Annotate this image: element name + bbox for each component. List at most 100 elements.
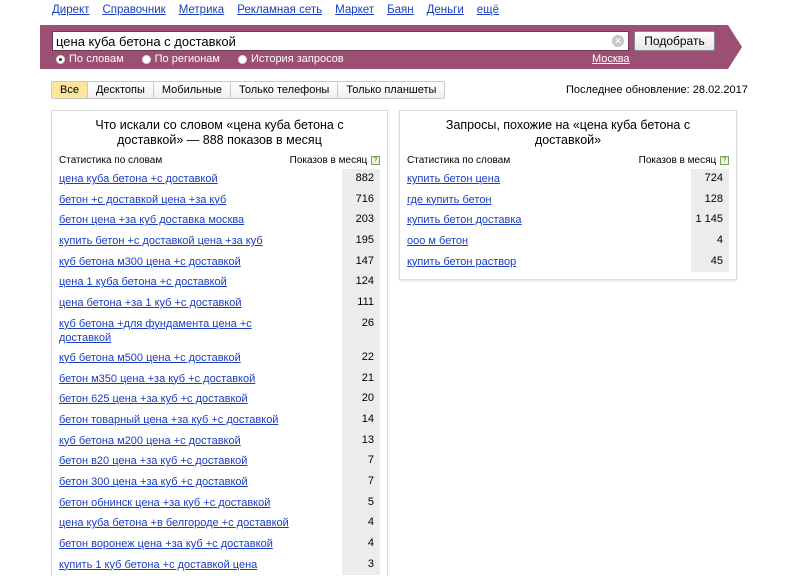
keyword-link[interactable]: ооо м бетон: [407, 234, 637, 248]
radio-dot-icon: [238, 54, 247, 64]
keyword-link[interactable]: цена бетона +за 1 куб +с доставкой: [59, 296, 289, 310]
impressions-count: 203: [342, 210, 380, 232]
keyword-link[interactable]: бетон +с доставкой цена +за куб: [59, 193, 289, 207]
table-row: бетон 300 цена +за куб +с доставкой 7: [59, 471, 380, 493]
col-count-label: Показов в месяц: [638, 155, 717, 166]
keyword-link[interactable]: куб бетона м200 цена +с доставкой: [59, 434, 289, 448]
top-nav: Директ Справочник Метрика Рекламная сеть Мар…: [52, 4, 512, 18]
impressions-count: 45: [691, 251, 729, 273]
impressions-count: 4: [342, 534, 380, 555]
table-row: бетон обнинск цена +за куб +с доставкой 5: [59, 492, 380, 514]
similar-panel: Запросы, похожие на «цена куба бетона с …: [399, 110, 737, 280]
device-tab[interactable]: Все: [52, 82, 87, 98]
device-tab[interactable]: Только телефоны: [229, 82, 338, 98]
device-tabs: Все Десктопы Мобильные Только телефоны Тольк…: [51, 81, 446, 99]
impressions-count: 4: [691, 231, 729, 252]
last-update: Последнее обновление: 28.02.2017: [566, 84, 748, 96]
keyword-link[interactable]: куб бетона м500 цена +с доставкой: [59, 351, 289, 365]
top-nav-link[interactable]: Маркет: [335, 4, 374, 18]
help-icon[interactable]: ?: [720, 155, 729, 165]
keyword-link[interactable]: купить бетон доставка: [407, 213, 637, 227]
top-nav-link[interactable]: ещё: [477, 4, 499, 18]
col-count-label: Показов в месяц: [289, 155, 368, 166]
words-panel-header: Статистика по словам Показов в месяц ?: [59, 155, 380, 169]
keyword-link[interactable]: бетон цена +за куб доставка москва: [59, 213, 289, 227]
impressions-count: 724: [691, 169, 729, 190]
search-mode-radio[interactable]: По словам: [56, 53, 124, 65]
keyword-link[interactable]: бетон обнинск цена +за куб +с доставкой: [59, 496, 289, 510]
radio-dot-icon: [56, 54, 65, 64]
table-row: купить бетон цена 724: [407, 169, 729, 190]
top-nav-link[interactable]: Справочник: [102, 4, 165, 18]
table-row: купить бетон доставка 1 145: [407, 210, 729, 232]
impressions-count: 3: [342, 554, 380, 576]
impressions-count: 716: [342, 189, 380, 211]
radio-dot-icon: [141, 54, 151, 64]
col-keyword-header: Статистика по словам: [407, 155, 511, 166]
words-panel: Что искали со словом «цена куба бетона с…: [51, 110, 388, 576]
keyword-link[interactable]: цена 1 куба бетона +с доставкой: [59, 275, 289, 289]
table-row: купить бетон раствор 45: [407, 251, 729, 273]
device-tab[interactable]: Мобильные: [152, 82, 230, 98]
table-row: куб бетона м200 цена +с доставкой 13: [59, 430, 380, 452]
keyword-link[interactable]: купить бетон раствор: [407, 255, 637, 269]
submit-button[interactable]: Подобрать: [634, 31, 715, 51]
words-panel-title: Что искали со словом «цена куба бетона с…: [95, 118, 344, 147]
top-nav-link[interactable]: Деньги: [427, 4, 464, 18]
table-row: бетон в20 цена +за куб +с доставкой 7: [59, 451, 380, 472]
table-row: где купить бетон 128: [407, 189, 729, 211]
last-update-date: 28.02.2017: [692, 84, 748, 96]
impressions-count: 1 145: [691, 210, 729, 232]
keyword-link[interactable]: цена куба бетона +в белгороде +с доставк…: [59, 516, 289, 530]
keyword-link[interactable]: купить бетон +с доставкой цена +за куб: [59, 234, 289, 248]
impressions-count: 124: [342, 272, 380, 294]
impressions-count: 147: [342, 251, 380, 273]
keyword-link[interactable]: купить 1 куб бетона +с доставкой цена: [59, 558, 289, 572]
keyword-link[interactable]: бетон в20 цена +за куб +с доставкой: [59, 454, 289, 468]
clear-icon[interactable]: ✕: [612, 35, 624, 47]
help-icon[interactable]: ?: [371, 155, 380, 165]
top-nav-link[interactable]: Рекламная сеть: [237, 4, 322, 18]
top-nav-link[interactable]: Директ: [52, 4, 89, 18]
search-mode-label: История запросов: [251, 53, 344, 65]
search-input[interactable]: [56, 33, 606, 49]
col-keyword-header: Статистика по словам: [59, 155, 163, 166]
keyword-link[interactable]: купить бетон цена: [407, 172, 637, 186]
search-mode-radio[interactable]: По регионам: [141, 53, 220, 65]
region-link[interactable]: Москва: [592, 53, 630, 65]
similar-panel-header: Статистика по словам Показов в месяц ?: [407, 155, 729, 169]
search-mode-label: По регионам: [154, 53, 220, 65]
device-tab[interactable]: Десктопы: [86, 82, 153, 98]
impressions-count: 5: [342, 492, 380, 514]
table-row: бетон товарный цена +за куб +с доставкой…: [59, 409, 380, 431]
keyword-link[interactable]: цена куба бетона +с доставкой: [59, 172, 289, 186]
col-count-header: Показов в месяц ?: [290, 155, 380, 166]
top-nav-link[interactable]: Метрика: [179, 4, 225, 18]
search-mode-radio[interactable]: История запросов: [238, 53, 344, 65]
device-tab[interactable]: Только планшеты: [337, 82, 445, 98]
impressions-count: 7: [342, 471, 380, 493]
keyword-link[interactable]: куб бетона +для фундамента цена +с доста…: [59, 317, 289, 345]
table-row: бетон цена +за куб доставка москва 203: [59, 210, 380, 232]
keyword-link[interactable]: где купить бетон: [407, 193, 637, 207]
impressions-count: 13: [342, 430, 380, 452]
last-update-label: Последнее обновление:: [566, 84, 690, 96]
similar-list: купить бетон цена 724 где купить бетон 128 к…: [407, 169, 729, 273]
search-mode-label: По словам: [69, 53, 124, 65]
table-row: цена куба бетона +с доставкой 882: [59, 169, 380, 190]
keyword-link[interactable]: бетон товарный цена +за куб +с доставкой: [59, 413, 289, 427]
keyword-link[interactable]: бетон м350 цена +за куб +с доставкой: [59, 372, 289, 386]
impressions-count: 7: [342, 451, 380, 472]
top-nav-link[interactable]: Баян: [387, 4, 414, 18]
impressions-count: 21: [342, 368, 380, 390]
impressions-count: 26: [342, 313, 380, 348]
keyword-link[interactable]: куб бетона м300 цена +с доставкой: [59, 255, 289, 269]
impressions-count: 882: [342, 169, 380, 190]
keyword-link[interactable]: бетон 300 цена +за куб +с доставкой: [59, 475, 289, 489]
search-field[interactable]: ✕: [52, 31, 629, 51]
table-row: бетон 625 цена +за куб +с доставкой 20: [59, 389, 380, 410]
table-row: куб бетона м500 цена +с доставкой 22: [59, 347, 380, 369]
keyword-link[interactable]: бетон 625 цена +за куб +с доставкой: [59, 392, 289, 406]
keyword-link[interactable]: бетон воронеж цена +за куб +с доставкой: [59, 537, 289, 551]
similar-panel-title: Запросы, похожие на «цена куба бетона с …: [445, 118, 691, 147]
